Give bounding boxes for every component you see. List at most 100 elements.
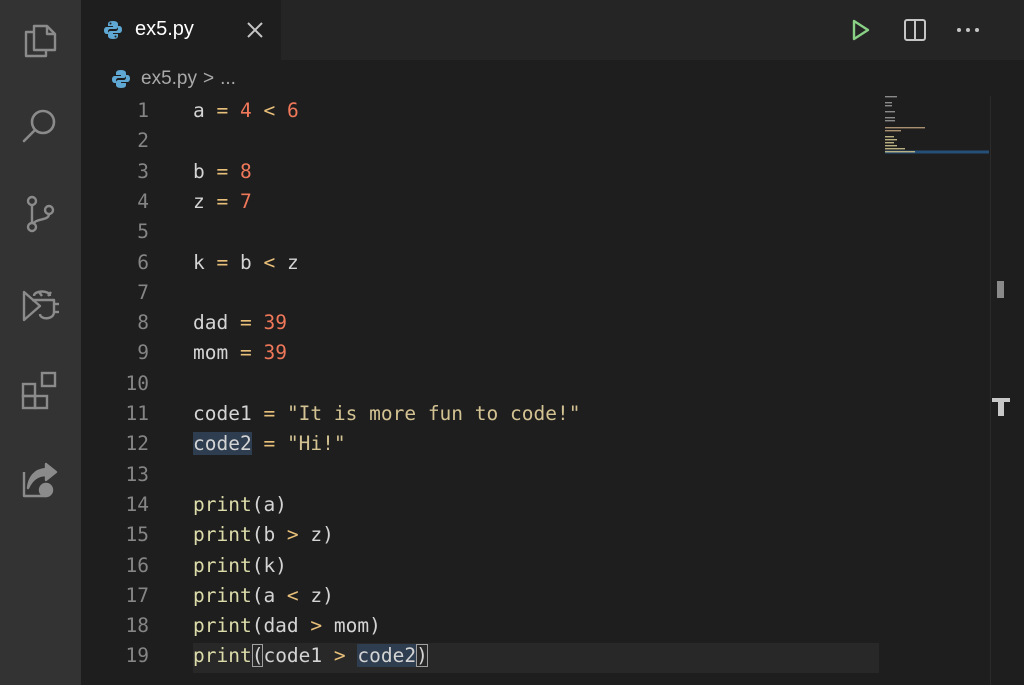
- breadcrumb-separator: >: [202, 68, 215, 89]
- code-token: "Hi!": [286, 432, 346, 456]
- code-token: dad: [193, 311, 229, 335]
- line-number: 1: [137, 99, 149, 122]
- line-source: print(b > z): [193, 520, 334, 550]
- code-token: =: [204, 99, 240, 122]
- line-number: 13: [125, 462, 149, 486]
- line-number: 5: [137, 220, 149, 244]
- code-token: b: [193, 159, 205, 183]
- explorer-icon[interactable]: [20, 20, 60, 60]
- tab-label: ex5.py: [135, 18, 194, 40]
- search-icon[interactable]: [20, 106, 60, 146]
- code-line[interactable]: 19 print(code1 > code2): [81, 641, 981, 671]
- code-line[interactable]: 16 print(k): [81, 551, 981, 581]
- code-token: code2: [357, 644, 417, 668]
- more-actions-icon[interactable]: [954, 16, 982, 44]
- code-token: 39: [263, 341, 287, 365]
- code-token: =: [251, 432, 287, 456]
- code-token: print: [193, 644, 252, 668]
- code-token: z): [310, 583, 334, 607]
- code-line[interactable]: 8 dad = 39: [81, 308, 981, 338]
- code-token: code1: [263, 644, 323, 668]
- breadcrumb-more[interactable]: ...: [220, 68, 236, 90]
- code-line[interactable]: 15 print(b > z): [81, 520, 981, 550]
- line-source: print(dad > mom): [193, 611, 381, 641]
- tab-ex5-py[interactable]: ex5.py: [81, 0, 281, 60]
- python-icon: [104, 21, 122, 39]
- line-number: 6: [137, 250, 149, 274]
- code-token: print: [193, 583, 252, 607]
- editor-area: ex5.py ex5.py > ... 1 a = 4 < 6 2 3 b = 8 4 z …: [81, 0, 1024, 685]
- code-line[interactable]: 5: [81, 217, 981, 247]
- extensions-icon[interactable]: [20, 370, 60, 410]
- code-token: 39: [263, 311, 287, 335]
- code-token: >: [275, 523, 311, 547]
- line-source: print(a < z): [193, 581, 334, 611]
- code-line[interactable]: 10: [81, 369, 981, 399]
- code-line[interactable]: 1 a = 4 < 6: [81, 96, 981, 126]
- vertical-scrollbar[interactable]: [990, 96, 1017, 685]
- code-line[interactable]: 14 print(a): [81, 490, 981, 520]
- code-line[interactable]: 4 z = 7: [81, 187, 981, 217]
- line-number: 9: [137, 341, 149, 365]
- code-line[interactable]: 11 code1 = "It is more fun to code!": [81, 399, 981, 429]
- line-number: 17: [125, 583, 149, 607]
- code-token: =: [204, 250, 240, 274]
- code-token: ): [416, 644, 428, 668]
- code-token: =: [204, 159, 240, 183]
- run-icon[interactable]: [846, 16, 874, 44]
- code-token: b: [239, 250, 252, 274]
- code-line[interactable]: 7: [81, 278, 981, 308]
- code-token: (: [251, 644, 264, 668]
- source-control-icon[interactable]: [20, 194, 60, 234]
- code-line[interactable]: 12 code2 = "Hi!": [81, 429, 981, 459]
- code-token: print: [193, 523, 252, 547]
- code-token: "It is more fun to code!": [286, 402, 581, 425]
- run-debug-icon[interactable]: [20, 284, 60, 324]
- code-token: print: [193, 614, 252, 638]
- code-token: 4: [239, 99, 252, 122]
- code-line[interactable]: 17 print(a < z): [81, 581, 981, 611]
- code-token: >: [322, 644, 358, 668]
- code-token: (dad: [251, 614, 299, 638]
- code-token: <: [275, 583, 311, 607]
- code-token: 6: [286, 99, 299, 122]
- line-number: 14: [125, 492, 149, 516]
- scrollbar-cursor-marker: [998, 402, 1004, 416]
- line-source: print(a): [193, 490, 287, 520]
- code-token: a: [193, 99, 205, 122]
- code-token: (b: [251, 523, 276, 547]
- line-source: b = 8: [193, 157, 252, 187]
- code-line[interactable]: 6 k = b < z: [81, 248, 981, 278]
- line-number: 2: [137, 129, 149, 153]
- line-number: 4: [137, 189, 149, 213]
- code-line[interactable]: 13: [81, 460, 981, 490]
- line-source: k = b < z: [193, 248, 299, 278]
- code-token: =: [228, 341, 264, 365]
- split-editor-icon[interactable]: [901, 16, 929, 44]
- line-number: 15: [125, 523, 149, 547]
- minimap[interactable]: [881, 94, 991, 174]
- line-number: 3: [137, 159, 149, 183]
- code-token: code1: [193, 402, 252, 425]
- line-number: 11: [125, 402, 149, 425]
- activity-bar: [0, 0, 81, 685]
- close-icon[interactable]: [243, 18, 267, 42]
- code-token: mom): [333, 614, 381, 638]
- code-token: 8: [239, 159, 252, 183]
- code-token: (a): [251, 492, 287, 516]
- breadcrumb: ex5.py > ...: [111, 66, 236, 92]
- line-source: a = 4 < 6: [193, 96, 299, 126]
- line-number: 19: [125, 644, 149, 668]
- line-source: mom = 39: [193, 338, 287, 368]
- code-line[interactable]: 9 mom = 39: [81, 338, 981, 368]
- scrollbar-marker: [997, 281, 1004, 298]
- code-line[interactable]: 18 print(dad > mom): [81, 611, 981, 641]
- code-line[interactable]: 2: [81, 126, 981, 156]
- code-line[interactable]: 3 b = 8: [81, 157, 981, 187]
- code-token: z: [286, 250, 299, 274]
- live-share-icon[interactable]: [20, 460, 60, 500]
- line-source: dad = 39: [193, 308, 287, 338]
- code-token: 7: [239, 189, 252, 213]
- breadcrumb-file[interactable]: ex5.py: [141, 68, 197, 90]
- code-token: (a: [251, 583, 276, 607]
